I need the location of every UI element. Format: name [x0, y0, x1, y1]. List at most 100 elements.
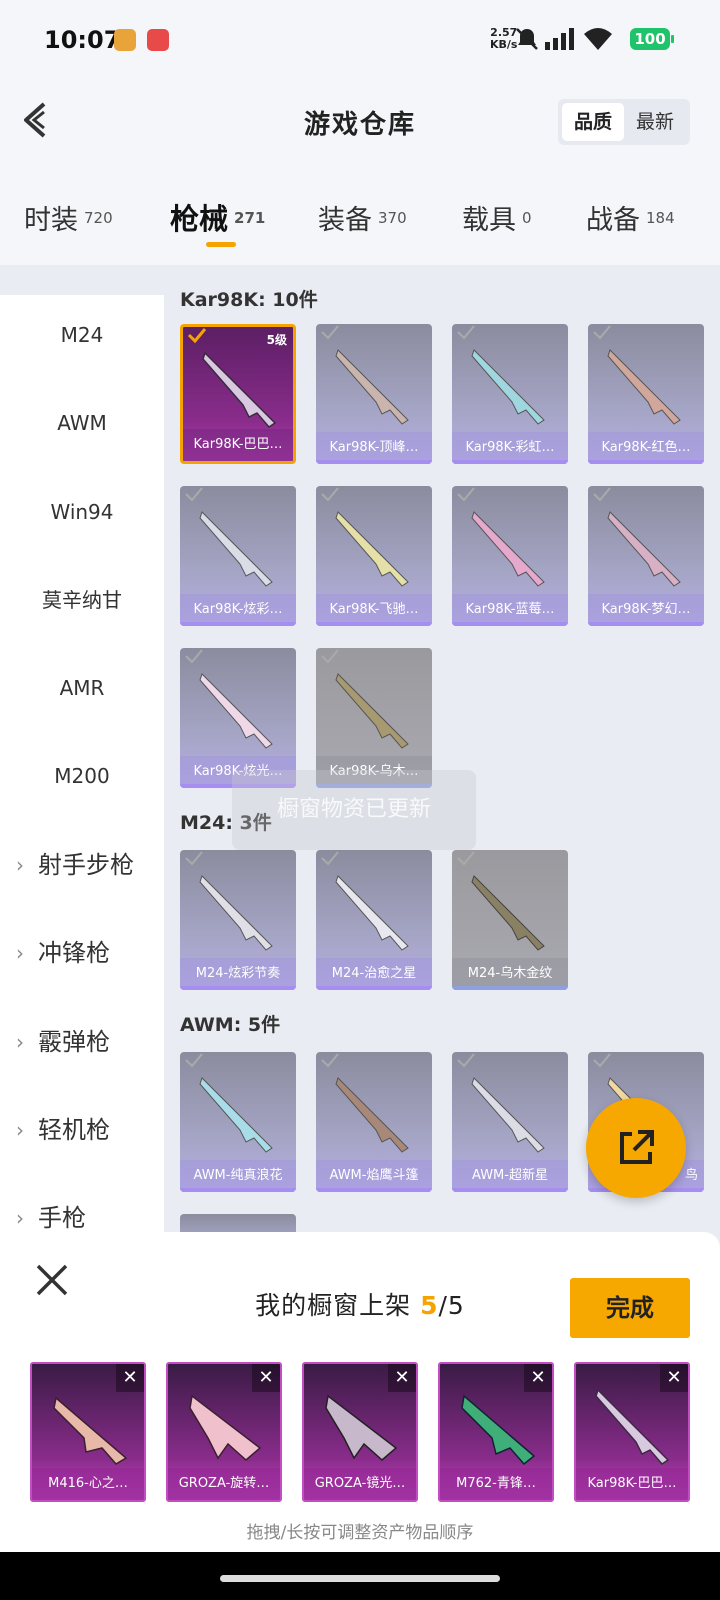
tab-outfits[interactable]: 时装 720	[24, 198, 113, 237]
weapon-card[interactable]: M24-乌木金纹	[452, 850, 568, 990]
sidebar-item-m200[interactable]: M200	[0, 731, 164, 821]
checkmark-icon	[185, 649, 203, 664]
signal-icon	[545, 28, 574, 50]
weapon-name: Kar98K-巴巴…	[576, 1468, 688, 1500]
weapon-card[interactable]: AWM-焰鹰斗篷	[316, 1052, 432, 1192]
toast-message: 橱窗物资已更新	[232, 770, 476, 850]
remove-icon[interactable]: ✕	[388, 1364, 416, 1392]
checkmark-icon	[187, 328, 207, 344]
weapon-name: GROZA-镜光…	[304, 1468, 416, 1500]
tab-guns[interactable]: 枪械 271	[170, 196, 265, 238]
showcase-slot[interactable]: ✕ GROZA-旋转…	[166, 1362, 282, 1502]
home-gesture-bar[interactable]	[220, 1575, 500, 1582]
checkmark-icon	[457, 1053, 475, 1068]
weapon-card[interactable]: Kar98K-顶峰…	[316, 324, 432, 464]
app-notification-icon	[147, 29, 169, 51]
weapon-card[interactable]: 5级 Kar98K-巴巴…	[180, 324, 296, 464]
checkmark-icon	[593, 487, 611, 502]
sort-by-quality-button[interactable]: 品质	[562, 103, 624, 141]
sort-toggle: 品质 最新	[558, 99, 690, 145]
chevron-right-icon: ›	[16, 853, 24, 877]
sidebar-item-win94[interactable]: Win94	[0, 467, 164, 557]
weapon-name: M762-青锋…	[440, 1468, 552, 1500]
section-heading-kar98k: Kar98K: 10件	[180, 289, 318, 311]
checkmark-icon	[457, 487, 475, 502]
share-button[interactable]	[586, 1098, 686, 1198]
weapon-card[interactable]: Kar98K-乌木…	[316, 648, 432, 788]
rifle-icon	[199, 673, 273, 749]
chevron-right-icon: ›	[16, 941, 24, 965]
remove-icon[interactable]: ✕	[252, 1364, 280, 1392]
wifi-icon	[584, 28, 612, 50]
battery-tip	[671, 35, 674, 43]
chevron-right-icon: ›	[16, 1030, 24, 1054]
checkmark-icon	[321, 325, 339, 340]
weapon-name: GROZA-旋转…	[168, 1468, 280, 1500]
sidebar-category-shotgun[interactable]: › 霰弹枪	[0, 997, 164, 1087]
weapon-card[interactable]: Kar98K-彩虹…	[452, 324, 568, 464]
app-notification-icon	[114, 29, 136, 51]
remove-icon[interactable]: ✕	[116, 1364, 144, 1392]
sidebar-item-m24[interactable]: M24	[0, 290, 164, 380]
section-heading-awm: AWM: 5件	[180, 1014, 281, 1036]
sidebar-item-mosin[interactable]: 莫辛纳甘	[0, 555, 164, 645]
weapon-name: M416-心之…	[32, 1468, 144, 1500]
sidebar-category-smg[interactable]: › 冲锋枪	[0, 908, 164, 998]
rifle-icon	[607, 511, 681, 587]
mute-bell-icon	[516, 28, 538, 50]
checkmark-icon	[593, 325, 611, 340]
rifle-icon	[471, 1077, 545, 1153]
rifle-icon	[199, 875, 273, 951]
weapon-name: Kar98K-巴巴…	[183, 429, 293, 461]
tab-supplies[interactable]: 战备 184	[586, 198, 675, 237]
chevron-right-icon: ›	[16, 1118, 24, 1142]
battery-indicator: 100	[630, 28, 670, 50]
sidebar-category-lmg[interactable]: › 轻机枪	[0, 1085, 164, 1175]
weapon-card[interactable]: Kar98K-飞驰…	[316, 486, 432, 626]
rifle-icon	[607, 349, 681, 425]
rifle-icon	[471, 349, 545, 425]
reorder-hint: 拖拽/长按可调整资产物品顺序	[246, 1523, 474, 1543]
remove-icon[interactable]: ✕	[524, 1364, 552, 1392]
checkmark-icon	[321, 1053, 339, 1068]
rifle-icon	[471, 511, 545, 587]
checkmark-icon	[321, 487, 339, 502]
level-badge: 5级	[266, 333, 287, 347]
showcase-slot[interactable]: ✕ M762-青锋…	[438, 1362, 554, 1502]
active-tab-indicator	[206, 242, 236, 247]
weapon-card[interactable]: AWM-超新星	[452, 1052, 568, 1192]
showcase-slot[interactable]: ✕ GROZA-镜光…	[302, 1362, 418, 1502]
rifle-icon	[202, 351, 277, 428]
checkmark-icon	[321, 649, 339, 664]
rifle-icon	[199, 1077, 273, 1153]
weapon-card[interactable]: Kar98K-蓝莓…	[452, 486, 568, 626]
rifle-icon	[335, 673, 409, 749]
rifle-icon	[335, 511, 409, 587]
checkmark-icon	[185, 851, 203, 866]
weapon-card[interactable]: M24-炫彩节奏	[180, 850, 296, 990]
showcase-slot[interactable]: ✕ Kar98K-巴巴…	[574, 1362, 690, 1502]
sort-by-newest-button[interactable]: 最新	[624, 103, 686, 141]
remove-icon[interactable]: ✕	[660, 1364, 688, 1392]
weapon-card[interactable]: Kar98K-炫彩…	[180, 486, 296, 626]
weapon-card[interactable]: Kar98K-炫光…	[180, 648, 296, 788]
sidebar-category-dmr[interactable]: › 射手步枪	[0, 820, 164, 910]
external-link-icon	[620, 1130, 654, 1164]
done-button[interactable]: 完成	[570, 1278, 690, 1338]
tab-vehicles[interactable]: 载具 0	[462, 198, 532, 237]
weapon-card[interactable]: Kar98K-红色…	[588, 324, 704, 464]
weapon-card[interactable]: AWM-纯真浪花	[180, 1052, 296, 1192]
weapon-card[interactable]: Kar98K-梦幻…	[588, 486, 704, 626]
checkmark-icon	[457, 325, 475, 340]
rifle-icon	[335, 1077, 409, 1153]
checkmark-icon	[321, 851, 339, 866]
checkmark-icon	[457, 851, 475, 866]
showcase-slot[interactable]: ✕ M416-心之…	[30, 1362, 146, 1502]
weapon-card[interactable]: M24-治愈之星	[316, 850, 432, 990]
checkmark-icon	[185, 1053, 203, 1068]
sidebar-item-awm[interactable]: AWM	[0, 378, 164, 468]
rifle-icon	[335, 349, 409, 425]
rifle-icon	[471, 875, 545, 951]
sidebar-item-amr[interactable]: AMR	[0, 643, 164, 733]
tab-equipment[interactable]: 装备 370	[318, 198, 407, 237]
